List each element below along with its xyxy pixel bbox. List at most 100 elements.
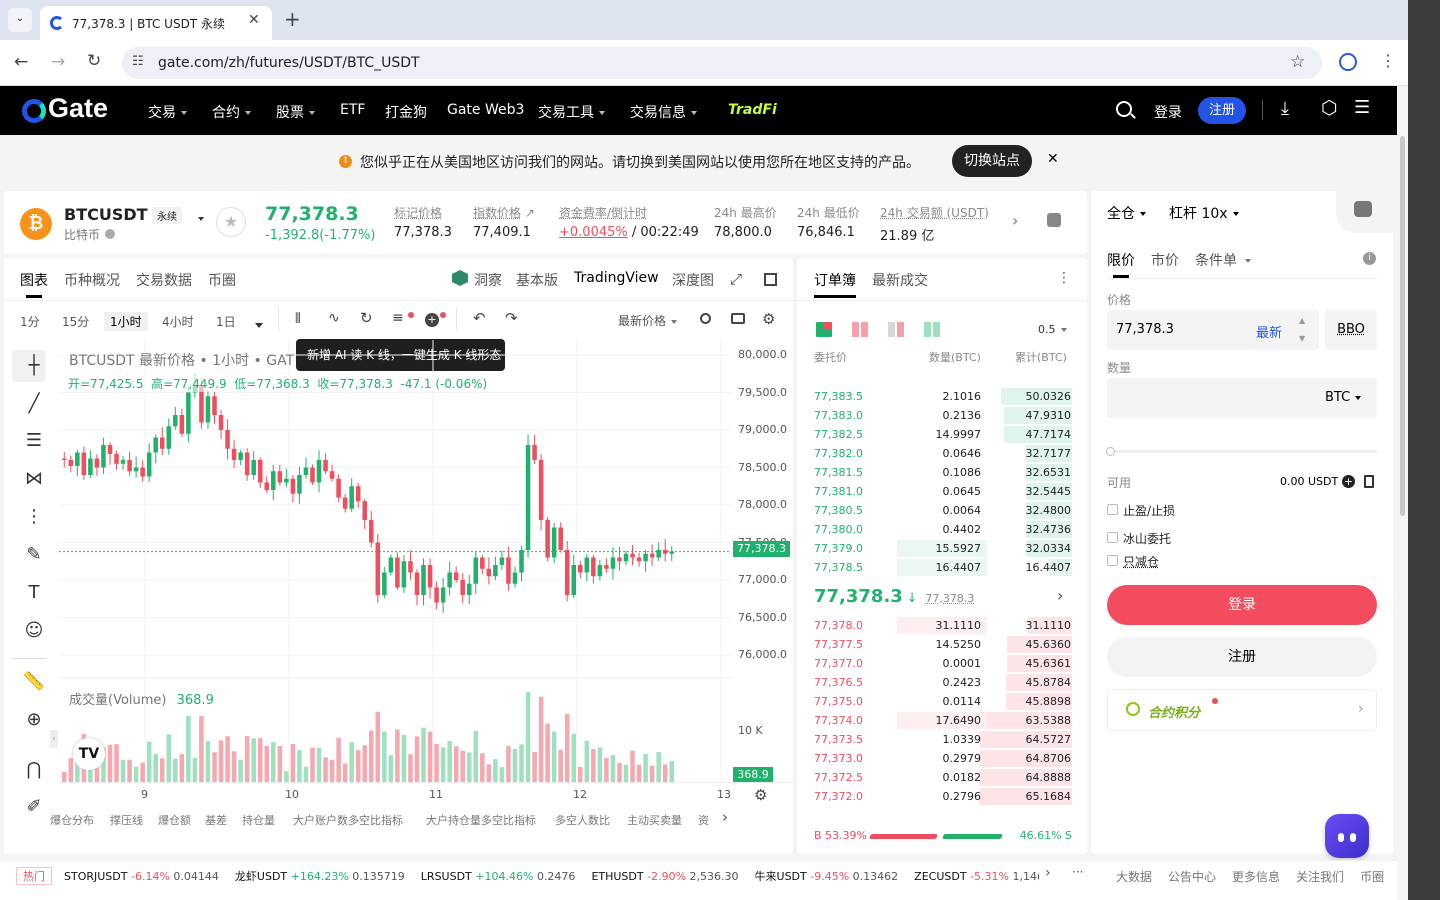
nav-login[interactable]: 登录 [1154,102,1182,122]
close-tab-icon[interactable]: ✕ [248,12,260,28]
hamburger-menu-icon[interactable]: ☰ [1354,97,1370,118]
profile-icon[interactable] [1339,53,1357,71]
mid-price-row[interactable]: 77,378.3 ↓ 77,378.3 [814,586,974,607]
bid-row[interactable]: 77,378.0 31.1110 31.1110 [797,616,1087,635]
ask-row[interactable]: 77,381.0 0.0645 32.5445 [797,482,1087,501]
fib-icon[interactable]: ⋮ [22,505,46,529]
mid-price-arrow-icon[interactable]: › [1057,586,1063,605]
margin-mode-select[interactable]: 全仓 [1107,203,1146,223]
pencil-lock-icon[interactable]: ✐ [22,795,46,819]
marquee-more-icon[interactable]: ··· [1072,865,1083,879]
tab-latest-trades[interactable]: 最新成交 [872,270,928,290]
price-input[interactable]: 77,378.3 最新 ▲ ▼ [1107,310,1319,350]
bid-row[interactable]: 77,372.5 0.0182 64.8888 [797,768,1087,787]
footer-link[interactable]: 大数据 [1116,870,1152,884]
stats-next-arrow-icon[interactable]: › [1012,211,1018,230]
view-depth-icon[interactable] [888,322,904,337]
site-info-icon[interactable]: ☷ [132,54,144,69]
replay-icon[interactable]: ↻ [360,309,373,327]
favorite-star-icon[interactable]: ★ [216,207,246,237]
chart-search-icon[interactable] [700,313,711,324]
tab-basic[interactable]: 基本版 [516,270,558,290]
tf-more-caret[interactable] [250,318,263,332]
ask-row[interactable]: 77,382.0 0.0646 32.7177 [797,444,1087,463]
tab-orderbook[interactable]: 订单簿 [814,270,856,290]
order-info-icon[interactable]: i [1363,252,1376,265]
settings-hexagon-icon[interactable]: ⬡ [1321,97,1338,119]
order-type-conditional[interactable]: 条件单 [1195,250,1251,270]
indicator-tab[interactable]: 撑压线 [110,812,143,828]
stat-index-price[interactable]: 指数价格 ↗ 77,409.1 [473,204,535,240]
collapse-toolbar-icon[interactable]: ‹ [50,730,58,748]
tf-4h[interactable]: 4小时 [162,313,194,330]
back-icon[interactable]: ← [14,52,28,72]
symbol-dropdown-caret[interactable] [193,211,204,225]
browser-tab[interactable]: 77,378.3 | BTC USDT 永续 ✕ [40,6,272,40]
qty-unit-select[interactable]: BTC [1325,390,1362,405]
page-scrollbar[interactable] [1397,86,1408,900]
ruler-icon[interactable]: 📏 [22,670,46,694]
bid-row[interactable]: 77,373.5 1.0339 64.5727 [797,730,1087,749]
crosshair-icon[interactable]: ┼ [22,354,46,378]
forward-icon[interactable]: → [51,52,65,72]
iceberg-checkbox[interactable] [1107,532,1118,543]
nav-web3[interactable]: Gate Web3 [447,102,524,118]
tab-insight[interactable]: 洞察 [474,270,502,290]
indicator-tab[interactable]: 多空人数比 [555,812,610,828]
tab-overview[interactable]: 币种概况 [64,270,120,290]
magnet-icon[interactable]: ⋂ [22,758,46,782]
new-tab-button[interactable]: + [284,7,301,31]
notes-icon[interactable] [1047,213,1061,227]
price-latest-link[interactable]: 最新 [1256,322,1282,341]
tab-search-button[interactable]: ⌄ [8,8,32,32]
bid-row[interactable]: 77,374.0 17.6490 63.5388 [797,711,1087,730]
calculator-icon[interactable] [1364,475,1374,488]
url-text[interactable]: gate.com/zh/futures/USDT/BTC_USDT [158,55,420,71]
tf-1d[interactable]: 1日 [216,313,236,330]
indicator-tab[interactable]: 基差 [205,812,227,828]
marquee-item[interactable]: LRSUSDT +104.46% 0.2476 [421,870,576,883]
robot-icon[interactable] [1354,201,1372,217]
marquee-item[interactable]: 龙虾USDT +164.23% 0.135719 [235,870,405,883]
indicators-icon[interactable]: ∿ [328,310,340,326]
ask-row[interactable]: 77,379.0 15.5927 32.0334 [797,539,1087,558]
time-axis[interactable]: 9 10 11 12 13 [59,786,731,806]
screenshot-icon[interactable] [731,313,745,324]
browser-menu-icon[interactable]: ⋮ [1380,51,1396,70]
tf-1h[interactable]: 1小时 [104,312,148,331]
view-bids-icon[interactable] [924,322,940,337]
undo-icon[interactable]: ↶ [473,309,486,327]
ask-row[interactable]: 77,380.0 0.4402 32.4736 [797,520,1087,539]
indicator-tab[interactable]: 大户账户数多空比指标 [293,812,403,828]
price-type-select[interactable]: 最新价格 [618,312,678,329]
tf-15m[interactable]: 15分 [62,313,89,330]
ask-row[interactable]: 77,383.0 0.2136 47.9310 [797,406,1087,425]
footer-link[interactable]: 币圈 [1360,870,1384,884]
fullscreen-icon[interactable]: ⤢ [730,270,742,288]
view-asks-icon[interactable] [852,322,868,337]
indicator-tabs-next-icon[interactable]: › [722,808,728,826]
horizontal-lines-icon[interactable]: ☰ [22,429,46,453]
symbol-name[interactable]: BTCUSDT [64,205,148,224]
download-icon[interactable]: ⤓ [1281,98,1289,119]
price-stepper-down-icon[interactable]: ▼ [1299,334,1305,343]
futures-points-card[interactable]: 合约积分 › [1107,689,1377,731]
bid-row[interactable]: 77,376.5 0.2423 45.8784 [797,673,1087,692]
marquee-item[interactable]: 牛来USDT -9.45% 0.13462 [755,870,899,883]
indicator-tab[interactable]: 资 [698,812,714,828]
price-stepper-up-icon[interactable]: ▲ [1299,316,1305,325]
bid-row[interactable]: 77,375.0 0.0114 45.8898 [797,692,1087,711]
marquee-item[interactable]: ETHUSDT -2.90% 2,536.30 [591,870,738,883]
transfer-plus-icon[interactable]: + [1342,475,1355,488]
ask-row[interactable]: 77,378.5 16.4407 16.4407 [797,558,1087,577]
chart-plot-area[interactable] [59,340,731,782]
ask-row[interactable]: 77,383.5 2.1016 50.0326 [797,387,1087,406]
qty-slider-handle[interactable] [1106,447,1115,456]
qty-input[interactable]: BTC [1107,378,1377,418]
bbo-button[interactable]: BBO [1325,310,1377,350]
ask-row[interactable]: 77,381.5 0.1086 32.6531 [797,463,1087,482]
reduce-only-checkbox[interactable] [1107,555,1118,566]
omnibox[interactable]: ☷ gate.com/zh/futures/USDT/BTC_USDT ☆ [122,47,1322,79]
emoji-icon[interactable]: ☺ [22,619,46,643]
candle-type-icon[interactable]: ⫴ [295,311,301,327]
